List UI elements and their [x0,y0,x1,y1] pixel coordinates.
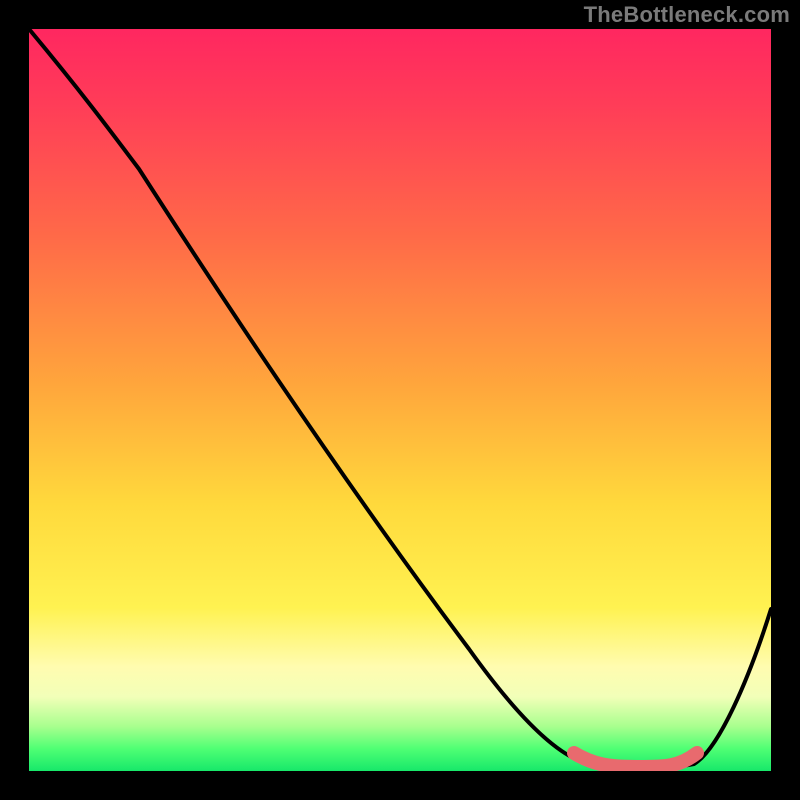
bottleneck-curve [29,29,771,768]
plot-area [29,29,771,771]
curve-svg [29,29,771,771]
optimal-range-highlight [574,753,697,767]
attribution-label: TheBottleneck.com [584,2,790,28]
chart-container: TheBottleneck.com [0,0,800,800]
